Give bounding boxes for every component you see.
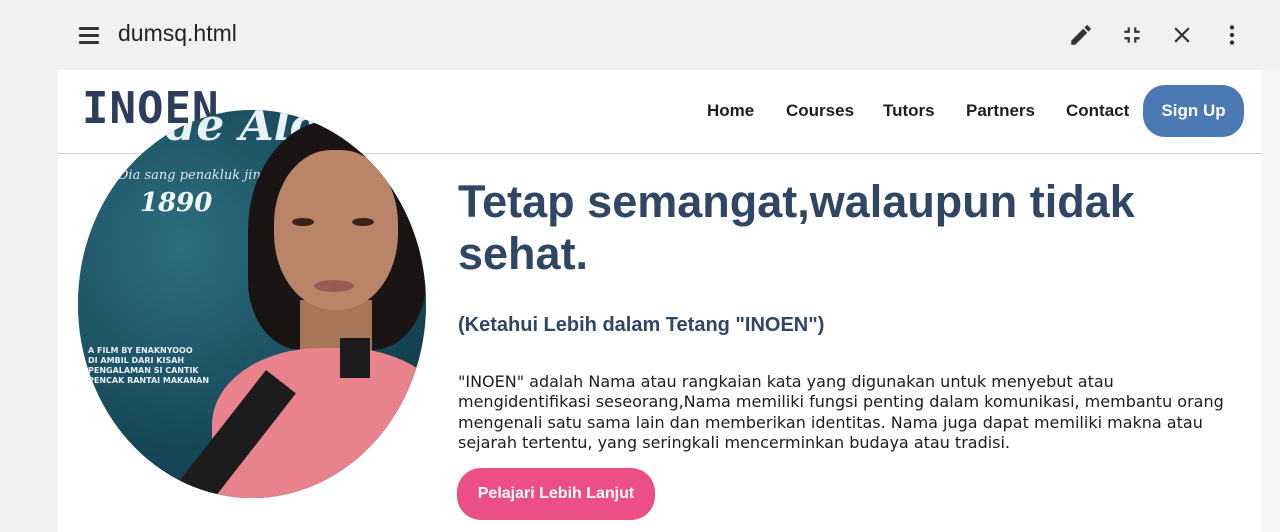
poster-credit-line: PENCAK RANTAI MAKANAN	[88, 376, 210, 385]
person-eye	[292, 218, 314, 226]
nav-tutors[interactable]: Tutors	[883, 101, 935, 121]
person-eye	[352, 218, 374, 226]
nav-partners[interactable]: Partners	[966, 101, 1035, 121]
collapse-icon[interactable]	[1119, 22, 1145, 48]
viewer-edge	[1262, 70, 1280, 532]
person-lips	[314, 280, 354, 292]
menu-icon[interactable]	[76, 24, 102, 46]
more-vert-icon[interactable]	[1219, 22, 1245, 48]
page-content: INOEN Home Courses Tutors Partners Conta…	[58, 70, 1262, 532]
nav-home[interactable]: Home	[707, 101, 754, 121]
signup-button[interactable]: Sign Up	[1143, 85, 1244, 137]
pencil-icon[interactable]	[1068, 22, 1094, 48]
close-icon[interactable]	[1169, 22, 1195, 48]
nav-contact[interactable]: Contact	[1066, 101, 1129, 121]
learn-more-button[interactable]: Pelajari Lebih Lanjut	[457, 468, 655, 520]
nav-courses[interactable]: Courses	[786, 101, 854, 121]
profile-photo: Gede Aldan Dia sang penakluk jin 1890 A …	[78, 110, 426, 498]
bag-strap	[340, 338, 370, 378]
hero-title: Tetap semangat,walaupun tidak sehat.	[458, 176, 1135, 279]
poster-year: 1890	[140, 188, 213, 218]
poster-credit-line: PENGALAMAN SI CANTIK	[88, 366, 199, 375]
poster-subtitle: Dia sang penakluk jin	[118, 168, 261, 183]
file-name: dumsq.html	[118, 20, 237, 46]
hero-subtitle: (Ketahui Lebih dalam Tetang "INOEN")	[458, 314, 825, 336]
poster-credit-line: DI AMBIL DARI KISAH	[88, 356, 185, 365]
poster-credit: A FILM BY ENAKNYOOO DI AMBIL DARI KISAH …	[88, 346, 209, 386]
hero-description: "INOEN" adalah Nama atau rangkaian kata …	[458, 372, 1224, 452]
viewer-toolbar: dumsq.html	[0, 0, 1280, 70]
poster-credit-line: A FILM BY ENAKNYOOO	[88, 346, 193, 355]
